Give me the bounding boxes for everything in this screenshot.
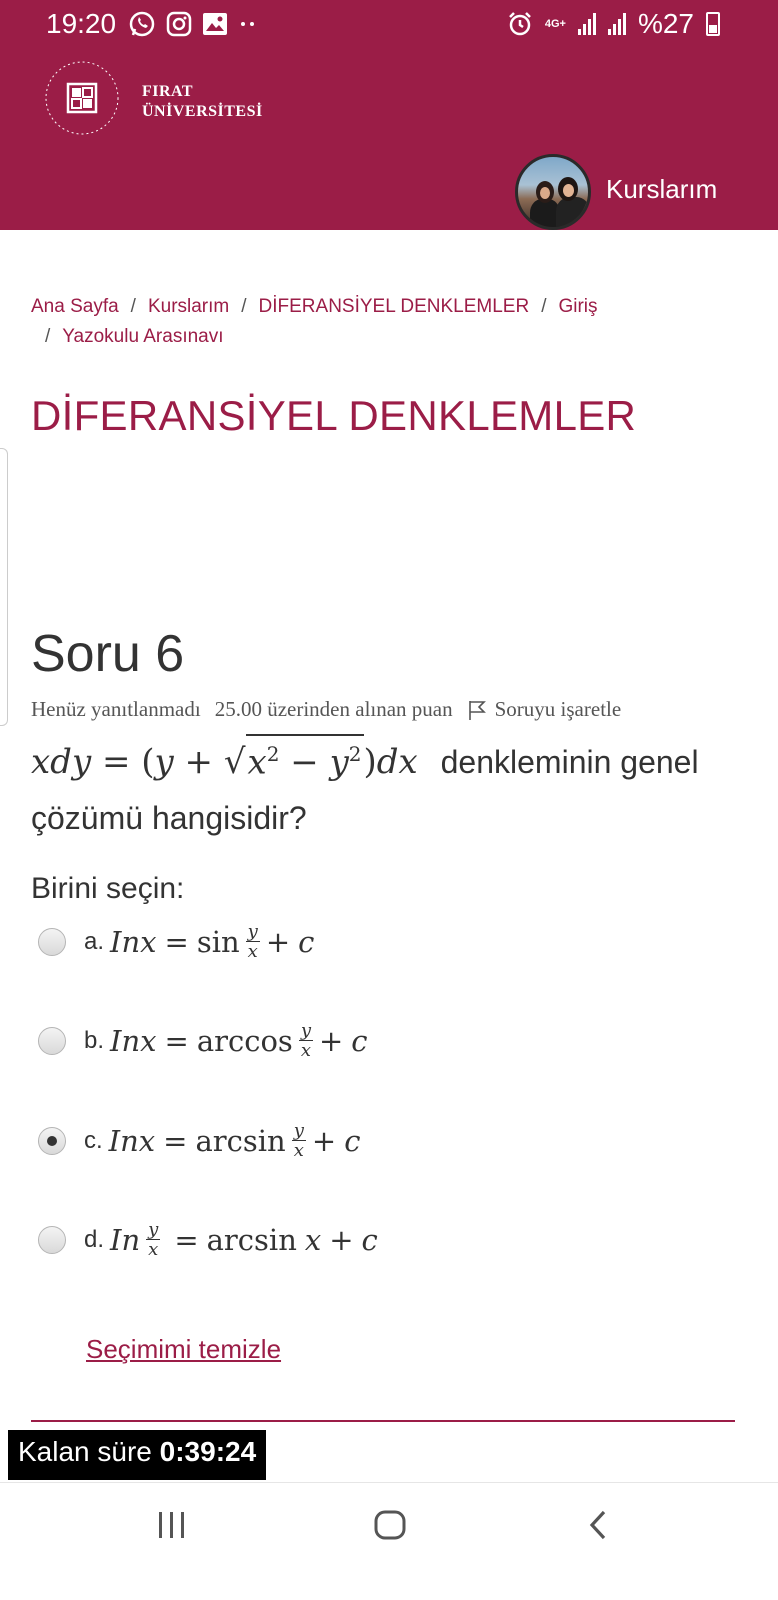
recent-apps-icon <box>159 1512 184 1538</box>
gallery-icon <box>203 13 227 35</box>
breadcrumb-quiz[interactable]: Yazokulu Arasınavı <box>62 326 223 347</box>
breadcrumb-courses[interactable]: Kurslarım <box>148 296 229 317</box>
back-icon <box>589 1510 606 1540</box>
flag-label: Soruyu işaretle <box>494 697 622 721</box>
flag-icon <box>468 700 486 720</box>
option-d-formula: In y x = arcsin x + c <box>110 1219 378 1260</box>
status-time: 19:20 <box>46 8 117 39</box>
alarm-icon <box>508 12 531 36</box>
section-divider <box>31 1420 735 1422</box>
home-icon <box>374 1510 406 1540</box>
signal-icon <box>577 13 596 35</box>
university-name[interactable]: FIRAT ÜNİVERSİTESİ <box>142 82 263 122</box>
question-points: 25.00 üzerinden alınan puan <box>214 697 453 721</box>
my-courses-link[interactable]: Kurslarım <box>606 174 717 205</box>
time-remaining: Kalan süre 0:39:24 <box>8 1430 267 1480</box>
network-type: 4G+ <box>544 18 566 30</box>
breadcrumb-section[interactable]: Giriş <box>558 296 597 317</box>
breadcrumb-course[interactable]: DİFERANSİYEL DENKLEMLER <box>259 296 530 317</box>
answer-option-d[interactable]: d. In y x = arcsin x + c <box>38 1220 378 1259</box>
whatsapp-icon <box>129 11 155 37</box>
signal-icon-2 <box>607 13 626 35</box>
breadcrumb: Ana Sayfa / Kurslarım / DİFERANSİYEL DENKLEM… <box>31 296 598 347</box>
battery-icon <box>706 12 720 36</box>
battery-percent: %27 <box>637 8 694 39</box>
question-equation: xdy = (y + √x2 − y2)dx <box>31 734 418 782</box>
question-text: xdy = (y + √x2 − y2)dx denkleminin genel… <box>31 734 751 846</box>
university-logo[interactable] <box>44 60 120 136</box>
instagram-icon <box>166 11 192 37</box>
recent-apps-button[interactable] <box>142 1505 202 1545</box>
breadcrumb-home[interactable]: Ana Sayfa <box>31 296 119 317</box>
radio-b[interactable] <box>38 1026 66 1055</box>
answer-option-a[interactable]: a. Inx = sin y x + c <box>38 922 314 961</box>
flag-question-button[interactable]: Soruyu işaretle <box>467 697 622 722</box>
answer-option-c[interactable]: c. Inx = arcsin y x + c <box>38 1121 360 1160</box>
question-info: Henüz yanıtlanmadı 25.00 üzerinden alına… <box>31 697 621 722</box>
radio-a[interactable] <box>38 927 66 956</box>
answer-option-b[interactable]: b. Inx = arccos y x + c <box>38 1021 368 1060</box>
question-status: Henüz yanıtlanmadı <box>31 697 201 721</box>
radio-d[interactable] <box>38 1225 66 1254</box>
clear-selection-link[interactable]: Seçimimi temizle <box>86 1334 281 1365</box>
home-button[interactable] <box>360 1505 420 1545</box>
option-a-formula: Inx = sin y x + c <box>110 921 315 962</box>
more-dots-icon <box>241 22 254 26</box>
time-remaining-value: 0:39:24 <box>159 1436 257 1467</box>
status-bar: 19:20 4G+ %27 <box>0 0 778 48</box>
back-button[interactable] <box>568 1505 628 1545</box>
system-nav-bar <box>0 1482 778 1600</box>
site-header: 19:20 4G+ %27 FIRAT ÜNİVERSİTESİ Kurslar… <box>0 0 778 230</box>
drawer-handle[interactable] <box>0 448 8 726</box>
option-c-formula: Inx = arcsin y x + c <box>108 1120 361 1161</box>
option-b-formula: Inx = arccos y x + c <box>110 1020 368 1061</box>
question-number: Soru 6 <box>31 625 185 683</box>
radio-c[interactable] <box>38 1126 66 1155</box>
choose-label: Birini seçin: <box>31 872 185 905</box>
user-avatar[interactable] <box>515 154 591 230</box>
course-title: DİFERANSİYEL DENKLEMLER <box>31 392 637 439</box>
